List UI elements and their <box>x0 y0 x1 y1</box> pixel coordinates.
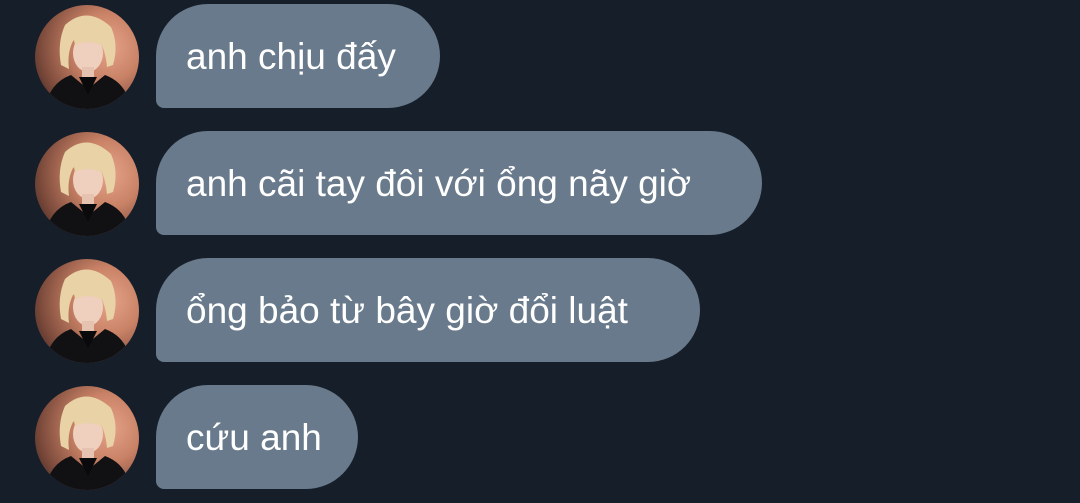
avatar-portrait <box>45 269 131 363</box>
message-row: ổng bảo từ bây giờ đổi luật <box>0 254 1080 363</box>
message-text: anh cãi tay đôi với ổng nãy giờ <box>186 162 692 204</box>
avatar-portrait <box>45 15 131 109</box>
avatar[interactable] <box>35 132 139 236</box>
message-bubble[interactable]: anh cãi tay đôi với ổng nãy giờ <box>156 131 762 235</box>
message-text: cứu anh <box>186 416 322 458</box>
avatar[interactable] <box>35 5 139 109</box>
message-bubble[interactable]: cứu anh <box>156 385 358 489</box>
avatar-portrait <box>45 396 131 490</box>
chat-thread: anh chịu đấy anh cãi tay đôi với ổng nãy… <box>0 0 1080 503</box>
message-bubble[interactable]: ổng bảo từ bây giờ đổi luật <box>156 258 700 362</box>
message-bubble[interactable]: anh chịu đấy <box>156 4 440 108</box>
avatar[interactable] <box>35 259 139 363</box>
avatar[interactable] <box>35 386 139 490</box>
avatar-portrait <box>45 142 131 236</box>
message-text: ổng bảo từ bây giờ đổi luật <box>186 289 628 331</box>
message-row: cứu anh <box>0 381 1080 490</box>
message-row: anh chịu đấy <box>0 0 1080 109</box>
message-row: anh cãi tay đôi với ổng nãy giờ <box>0 127 1080 236</box>
message-text: anh chịu đấy <box>186 35 396 77</box>
